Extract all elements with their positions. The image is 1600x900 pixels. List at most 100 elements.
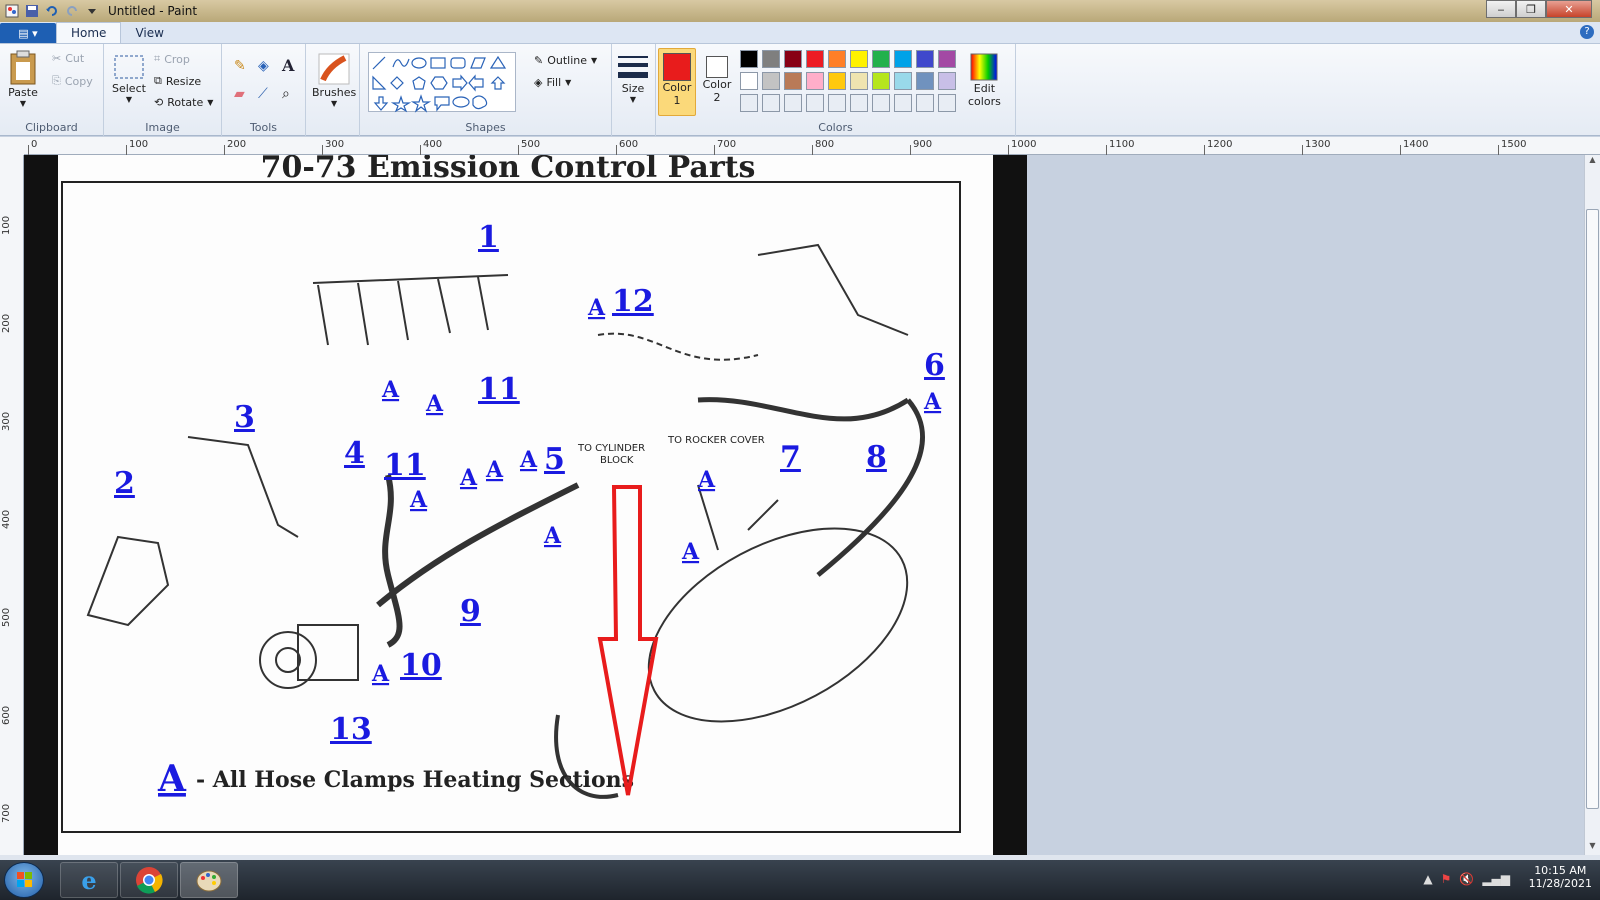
eraser-tool[interactable]: ▰ bbox=[234, 86, 245, 102]
ruler-label: 400 bbox=[423, 139, 443, 150]
palette-swatch[interactable] bbox=[806, 72, 824, 90]
text-tool[interactable]: A bbox=[282, 56, 294, 75]
colors-group: Color 1 Color 2 Edit colors Colors bbox=[656, 44, 1016, 136]
clamp-a-12: A bbox=[371, 661, 390, 687]
clamp-a-4: A bbox=[459, 465, 478, 491]
ruler-label: 700 bbox=[1, 803, 12, 823]
select-button[interactable]: Select ▼ bbox=[112, 54, 146, 104]
palette-empty-swatch[interactable] bbox=[916, 94, 934, 112]
ribbon-tabs: ▤ ▾ Home View ? bbox=[0, 22, 1600, 44]
diagram-paper: 70-73 Emission Control Parts 1 2 3 4 5 6… bbox=[58, 155, 993, 855]
network-icon[interactable]: ▂▄▆ bbox=[1482, 872, 1510, 886]
palette-empty-swatch[interactable] bbox=[784, 94, 802, 112]
title-bar: Untitled - Paint ‒ ❐ ✕ bbox=[0, 0, 1600, 22]
undo-icon[interactable] bbox=[44, 3, 60, 19]
palette-swatch[interactable] bbox=[740, 72, 758, 90]
help-icon[interactable]: ? bbox=[1580, 25, 1594, 39]
ruler-tick bbox=[1400, 145, 1401, 155]
palette-empty-swatch[interactable] bbox=[850, 94, 868, 112]
palette-swatch[interactable] bbox=[828, 50, 846, 68]
fill-tool[interactable]: ◈ bbox=[258, 58, 269, 74]
color-picker-tool[interactable]: ⟋ bbox=[258, 86, 268, 102]
part-number-8: 8 bbox=[866, 440, 887, 475]
palette-empty-swatch[interactable] bbox=[740, 94, 758, 112]
palette-swatch[interactable] bbox=[828, 72, 846, 90]
paint-menu-button[interactable]: ▤ ▾ bbox=[0, 23, 56, 43]
ruler-label: 0 bbox=[31, 139, 38, 150]
palette-empty-swatch[interactable] bbox=[872, 94, 890, 112]
close-button[interactable]: ✕ bbox=[1546, 0, 1592, 18]
red-arrow bbox=[597, 485, 659, 796]
ribbon: Paste ▼ ✂ Cut ⎘ Copy Clipboard Select ▼ ⌗ C… bbox=[0, 44, 1600, 136]
internet-explorer-icon: e bbox=[81, 865, 97, 895]
palette-swatch[interactable] bbox=[938, 72, 956, 90]
palette-swatch[interactable] bbox=[872, 72, 890, 90]
clock[interactable]: 10:15 AM 11/28/2021 bbox=[1529, 864, 1592, 890]
scroll-thumb[interactable] bbox=[1586, 209, 1599, 809]
redo-icon[interactable] bbox=[64, 3, 80, 19]
palette-swatch[interactable] bbox=[762, 72, 780, 90]
size-button[interactable]: Size ▼ bbox=[616, 52, 650, 104]
palette-swatch[interactable] bbox=[806, 50, 824, 68]
paint-app-icon[interactable] bbox=[4, 3, 20, 19]
palette-empty-swatch[interactable] bbox=[806, 94, 824, 112]
customize-qat-icon[interactable] bbox=[84, 3, 100, 19]
palette-swatch[interactable] bbox=[740, 50, 758, 68]
ruler-label: 1200 bbox=[1207, 139, 1233, 150]
shapes-gallery[interactable] bbox=[368, 52, 516, 113]
copy-button[interactable]: ⎘ Copy bbox=[52, 74, 93, 88]
start-button[interactable] bbox=[4, 862, 44, 898]
ruler-tick bbox=[714, 145, 715, 155]
tab-view[interactable]: View bbox=[121, 22, 177, 43]
palette-swatch[interactable] bbox=[894, 50, 912, 68]
brushes-button[interactable]: Brushes ▼ bbox=[312, 52, 356, 108]
image-canvas[interactable]: 70-73 Emission Control Parts 1 2 3 4 5 6… bbox=[24, 155, 1027, 855]
resize-button[interactable]: ⧉ Resize bbox=[154, 74, 201, 88]
pencil-tool[interactable]: ✎ bbox=[234, 58, 246, 74]
action-center-icon[interactable]: ⚑ bbox=[1441, 872, 1452, 886]
ruler-tick bbox=[420, 145, 421, 155]
palette-empty-swatch[interactable] bbox=[762, 94, 780, 112]
clipboard-group-label: Clipboard bbox=[25, 121, 78, 134]
palette-empty-swatch[interactable] bbox=[894, 94, 912, 112]
taskbar-chrome[interactable] bbox=[120, 862, 178, 898]
scroll-down-icon[interactable]: ▼ bbox=[1585, 841, 1600, 855]
show-hidden-icons-icon[interactable]: ▲ bbox=[1423, 872, 1432, 886]
edit-colors-button[interactable]: Edit colors bbox=[968, 52, 1001, 108]
palette-swatch[interactable] bbox=[938, 50, 956, 68]
palette-swatch[interactable] bbox=[894, 72, 912, 90]
palette-swatch[interactable] bbox=[784, 72, 802, 90]
crop-button[interactable]: ⌗ Crop bbox=[154, 52, 190, 66]
taskbar-paint[interactable] bbox=[180, 862, 238, 898]
ruler-tick bbox=[322, 145, 323, 155]
palette-swatch[interactable] bbox=[916, 50, 934, 68]
part-number-5: 5 bbox=[544, 442, 565, 477]
size-icon bbox=[618, 56, 648, 78]
tab-home[interactable]: Home bbox=[56, 22, 122, 43]
paste-button[interactable]: Paste ▼ bbox=[8, 50, 38, 108]
canvas-area[interactable]: 70-73 Emission Control Parts 1 2 3 4 5 6… bbox=[24, 155, 1584, 855]
color1-button[interactable]: Color 1 bbox=[658, 48, 696, 116]
palette-empty-swatch[interactable] bbox=[828, 94, 846, 112]
palette-swatch[interactable] bbox=[916, 72, 934, 90]
palette-swatch[interactable] bbox=[762, 50, 780, 68]
palette-swatch[interactable] bbox=[784, 50, 802, 68]
palette-swatch[interactable] bbox=[872, 50, 890, 68]
save-icon[interactable] bbox=[24, 3, 40, 19]
palette-empty-swatch[interactable] bbox=[938, 94, 956, 112]
vertical-scrollbar[interactable]: ▲ ▼ bbox=[1584, 155, 1600, 855]
outline-button[interactable]: ✎ Outline ▼ bbox=[534, 54, 597, 67]
palette-swatch[interactable] bbox=[850, 50, 868, 68]
scroll-up-icon[interactable]: ▲ bbox=[1585, 155, 1600, 169]
magnifier-tool[interactable]: ⌕ bbox=[282, 86, 290, 102]
minimize-button[interactable]: ‒ bbox=[1486, 0, 1516, 18]
cut-button[interactable]: ✂ Cut bbox=[52, 52, 84, 65]
text-icon: A bbox=[282, 56, 295, 75]
rotate-button[interactable]: ⟲ Rotate ▼ bbox=[154, 96, 213, 109]
maximize-button[interactable]: ❐ bbox=[1516, 0, 1546, 18]
palette-swatch[interactable] bbox=[850, 72, 868, 90]
taskbar-internet-explorer[interactable]: e bbox=[60, 862, 118, 898]
volume-muted-icon[interactable]: 🔇 bbox=[1459, 872, 1474, 886]
fill-button[interactable]: ◈ Fill ▼ bbox=[534, 76, 571, 89]
color2-button[interactable]: Color 2 bbox=[700, 48, 734, 116]
